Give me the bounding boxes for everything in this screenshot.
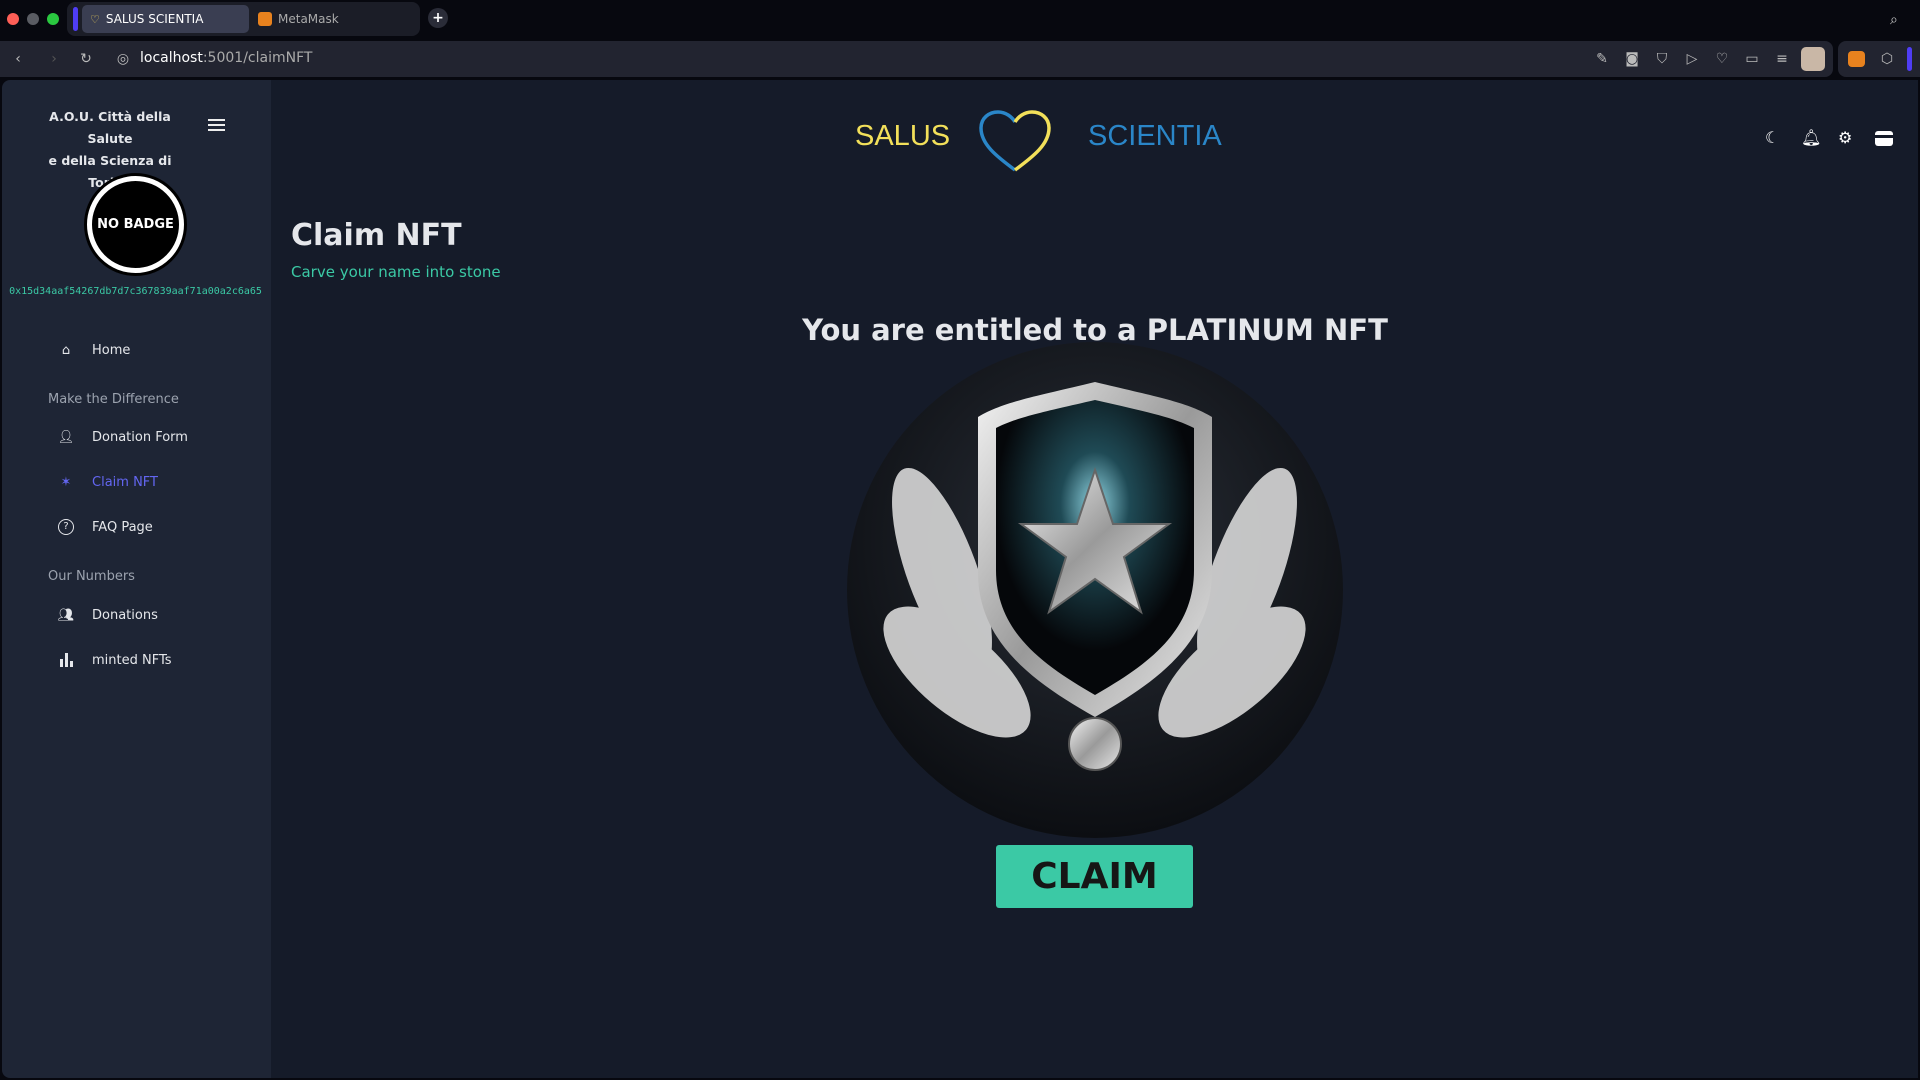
cube-icon[interactable]: ⬡: [1878, 50, 1896, 68]
minimize-window-button[interactable]: [27, 13, 39, 25]
sidebar-item-minted-nfts[interactable]: minted NFTs: [40, 642, 240, 678]
page-title: Claim NFT: [291, 218, 462, 253]
heart-favicon-icon: ♡: [90, 12, 100, 26]
tab-salus-scientia[interactable]: ♡ SALUS SCIENTIA: [82, 5, 249, 33]
maximize-window-button[interactable]: [47, 13, 59, 25]
sidebar-indicator: [1907, 47, 1912, 71]
profile-avatar[interactable]: [1801, 47, 1825, 71]
search-icon[interactable]: ⌕: [1890, 12, 1898, 28]
logo-salus: SALUS: [855, 120, 951, 152]
organization-name: A.O.U. Città della Salute e della Scienz…: [48, 109, 172, 190]
close-window-button[interactable]: [7, 13, 19, 25]
sidebar-item-donation-form[interactable]: 👤︎ Donation Form: [40, 419, 240, 455]
metamask-fox-icon: [258, 12, 272, 26]
tab-metamask[interactable]: MetaMask: [250, 5, 410, 33]
sidebar-item-home[interactable]: ⌂ Home: [40, 332, 240, 368]
badge-avatar: NO BADGE: [87, 176, 184, 273]
reload-icon[interactable]: ↻: [77, 50, 95, 68]
claim-button[interactable]: CLAIM: [996, 845, 1193, 908]
sidebar-item-faq[interactable]: ? FAQ Page: [40, 509, 240, 545]
person-icon: 👤︎: [57, 429, 75, 445]
heart-icon[interactable]: ♡: [1713, 50, 1731, 68]
send-icon[interactable]: ▷: [1683, 50, 1701, 68]
wallet-address: 0x15d34aaf54267db7d7c367839aaf71a00a2c6a…: [9, 286, 262, 297]
shield-icon[interactable]: ⛉: [1653, 50, 1671, 68]
metamask-extension-icon[interactable]: [1848, 51, 1865, 67]
users-icon: 👥︎: [57, 607, 75, 623]
help-circle-icon: ?: [40, 519, 92, 535]
forward-icon[interactable]: ›: [45, 50, 63, 68]
tab-group-indicator: [73, 7, 78, 31]
back-icon[interactable]: ‹: [9, 50, 27, 68]
party-popper-icon: ✶: [60, 474, 72, 490]
section-our-numbers: Our Numbers: [48, 569, 135, 584]
url-field[interactable]: localhost:5001/claimNFT: [140, 50, 312, 66]
dark-mode-icon[interactable]: ☾: [1765, 128, 1785, 148]
page-subtitle: Carve your name into stone: [291, 263, 501, 281]
heart-logo-icon: [979, 110, 1051, 172]
globe-icon: ◎: [116, 51, 130, 67]
sidebar-item-claim-nft[interactable]: ✶ Claim NFT: [40, 464, 240, 500]
wallet-icon[interactable]: [1875, 131, 1893, 146]
logo-scientia: SCIENTIA: [1088, 120, 1222, 152]
camera-icon[interactable]: ◙: [1623, 50, 1641, 68]
section-make-the-difference: Make the Difference: [48, 392, 179, 407]
hamburger-menu-icon[interactable]: [208, 119, 225, 131]
new-tab-button[interactable]: +: [428, 8, 448, 28]
bell-icon[interactable]: 🔔︎: [1801, 128, 1821, 148]
battery-icon[interactable]: ▭: [1743, 50, 1761, 68]
platinum-nft-image: [847, 342, 1343, 838]
edit-icon[interactable]: ✎: [1593, 50, 1611, 68]
home-icon: ⌂: [61, 342, 71, 358]
gear-icon[interactable]: ⚙: [1838, 128, 1858, 148]
sidebar-item-donations[interactable]: 👥︎ Donations: [40, 597, 240, 633]
bar-chart-icon: [40, 653, 92, 667]
sliders-icon[interactable]: ≡: [1773, 50, 1791, 68]
